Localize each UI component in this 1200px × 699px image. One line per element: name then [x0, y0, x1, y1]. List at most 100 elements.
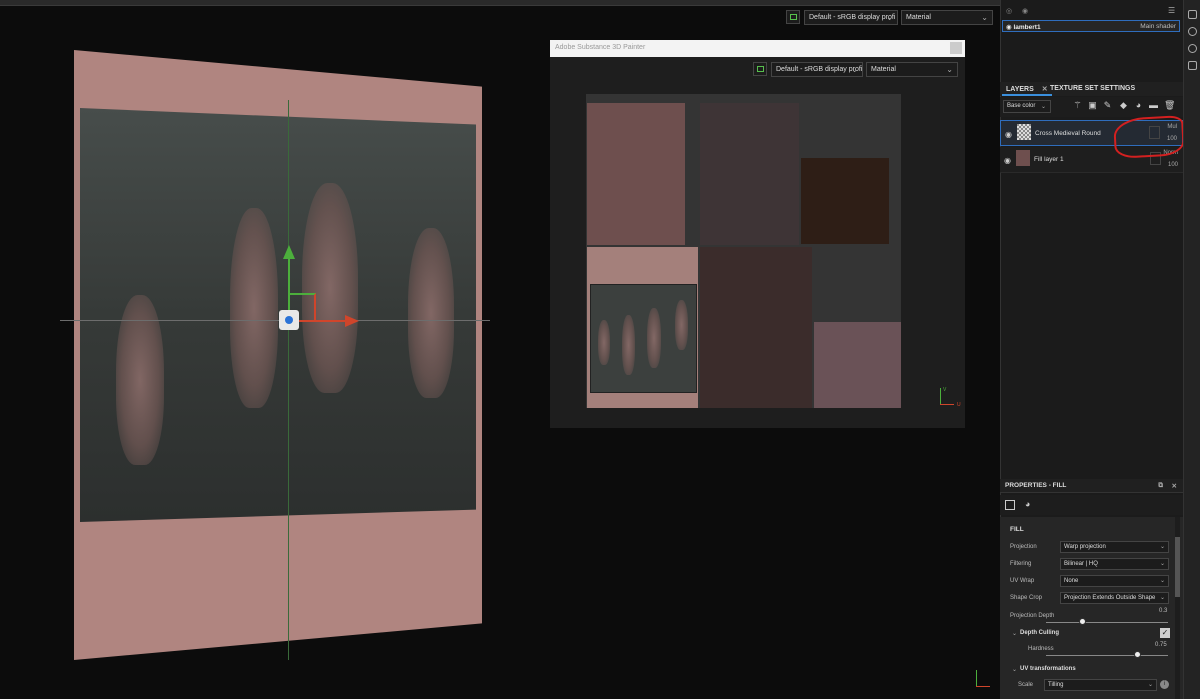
uv-color-profile-dropdown[interactable]: Default - sRGB display profi ⌄ [771, 62, 863, 77]
shape-crop-label: Shape Crop [1010, 595, 1043, 601]
viewport-y-axis [976, 670, 977, 686]
panel-menu-icon[interactable]: ☰ [1168, 6, 1175, 15]
shader-name: lambert1 [1013, 24, 1041, 31]
y-axis-guide [288, 100, 289, 660]
add-paint-layer-icon[interactable]: ✎ [1103, 101, 1112, 110]
add-mask-icon[interactable]: ▣ [1088, 101, 1097, 110]
viewport-x-axis [976, 686, 990, 687]
scale-value: Tilling [1048, 682, 1064, 688]
chevron-down-icon: ⌄ [946, 65, 953, 74]
color-profile-dropdown[interactable]: Default - sRGB display profi ⌄ [804, 10, 898, 25]
projection-depth-slider[interactable] [1046, 622, 1168, 623]
brush-stroke [647, 308, 661, 368]
tab-layers-label: LAYERS [1006, 86, 1034, 93]
filtering-value: Bilinear | HQ [1064, 561, 1098, 567]
chevron-down-icon[interactable]: ⌄ [1012, 630, 1017, 637]
depth-culling-checkbox[interactable]: ✓ [1160, 628, 1170, 638]
add-smart-material-icon[interactable]: ◕ [1134, 101, 1143, 110]
shader-eye-icon[interactable]: ◉ [1022, 7, 1028, 15]
projection-value: Warp projection [1064, 544, 1106, 550]
uv-wrap-value: None [1064, 578, 1079, 584]
chevron-down-icon: ⌄ [1159, 578, 1165, 584]
fill-section-title: FILL [1010, 526, 1024, 533]
uv-u-label: U [957, 402, 961, 408]
uv-channel-dropdown[interactable]: Material ⌄ [866, 62, 958, 77]
projection-dropdown[interactable]: Warp projection ⌄ [1060, 541, 1169, 553]
uv-wrap-dropdown[interactable]: None ⌄ [1060, 575, 1169, 587]
uv-window-titlebar[interactable]: Adobe Substance 3D Painter [550, 40, 965, 57]
shader-row[interactable]: ◉ lambert1 Main shader [1002, 20, 1180, 32]
tab-layers[interactable]: LAYERS ✕ [1002, 82, 1052, 96]
properties-header: PROPERTIES - FILL ⧉ ✕ [1000, 479, 1183, 493]
info-icon[interactable]: i [1160, 680, 1169, 689]
shape-crop-value: Projection Extends Outside Shape [1064, 595, 1156, 601]
eye-icon[interactable]: ◉ [1006, 24, 1012, 31]
brush-stroke [302, 183, 358, 393]
uv-island [700, 103, 799, 245]
add-fill-layer-icon[interactable]: ◆ [1119, 101, 1128, 110]
close-icon[interactable]: ✕ [1172, 482, 1177, 490]
material-icon[interactable]: ◕ [1025, 499, 1030, 509]
brush-stroke [408, 228, 454, 398]
properties-subtabs: ◕ [1000, 495, 1183, 515]
gizmo-y-arrow-icon[interactable] [283, 245, 295, 259]
projection-depth-value[interactable]: 0.3 [1159, 608, 1167, 614]
channel-label: Material [871, 66, 896, 73]
hardness-slider[interactable] [1046, 655, 1168, 656]
shape-crop-dropdown[interactable]: Projection Extends Outside Shape ⌄ [1060, 592, 1169, 604]
hardness-value[interactable]: 0.75 [1155, 642, 1167, 648]
color-profile-label: Default - sRGB display profi [809, 14, 896, 21]
shader-type: Main shader [1140, 23, 1176, 30]
properties-title: PROPERTIES - FILL [1005, 482, 1067, 489]
chevron-down-icon: ⌄ [1159, 595, 1165, 601]
filtering-dropdown[interactable]: Bilinear | HQ ⌄ [1060, 558, 1169, 570]
chevron-down-icon: ⌄ [886, 13, 893, 22]
undock-icon[interactable]: ⧉ [1158, 482, 1163, 490]
channel-dropdown[interactable]: Material ⌄ [901, 10, 993, 25]
environment-icon[interactable] [1188, 27, 1197, 36]
gizmo-x-arrow-icon[interactable] [345, 315, 359, 327]
document-icon[interactable] [1188, 61, 1197, 70]
scale-dropdown[interactable]: Tilling ⌄ [1044, 679, 1157, 691]
brush-stroke [675, 300, 688, 350]
uv-island [801, 158, 889, 244]
tab-texture-set-settings[interactable]: TEXTURE SET SETTINGS [1046, 82, 1139, 96]
hardness-handle[interactable] [1134, 651, 1141, 658]
brush-stroke [230, 208, 278, 408]
layer-thumbnail [1016, 150, 1030, 166]
chevron-down-icon: ⌄ [1040, 104, 1046, 110]
scale-label: Scale [1018, 682, 1034, 688]
eye-icon[interactable]: ◉ [1004, 156, 1011, 165]
display-settings-icon[interactable] [786, 10, 800, 24]
delete-layer-icon[interactable]: 🗑 [1164, 101, 1175, 110]
uv-island [814, 322, 901, 408]
chevron-down-icon[interactable]: ⌄ [1012, 666, 1017, 673]
filtering-label: Filtering [1010, 561, 1032, 567]
red-annotation-circle [1113, 115, 1185, 159]
eye-icon[interactable]: ◉ [1005, 130, 1012, 139]
layer-thumbnail [1017, 124, 1031, 140]
tab-texture-set-label: TEXTURE SET SETTINGS [1050, 85, 1136, 92]
layer-channel-dropdown[interactable]: Base color ⌄ [1003, 100, 1051, 113]
uv-v-label: V [943, 387, 947, 393]
fill-settings-icon[interactable] [1005, 500, 1015, 510]
chevron-down-icon: ⌄ [851, 65, 858, 74]
history-icon[interactable] [1188, 44, 1197, 53]
hardness-label: Hardness [1028, 646, 1054, 652]
shader-view-icon[interactable]: ◎ [1006, 7, 1012, 15]
layers-panel-icon[interactable] [1188, 10, 1197, 19]
layers-toolbar: Base color ⌄ ⚚ ▣ ✎ ◆ ◕ ▬ 🗑 [1000, 97, 1183, 117]
add-folder-icon[interactable]: ▬ [1149, 101, 1158, 110]
add-effect-icon[interactable]: ⚚ [1073, 101, 1082, 110]
x-axis-guide [60, 320, 490, 321]
maximize-icon[interactable] [950, 42, 962, 54]
channel-label: Material [906, 14, 931, 21]
chevron-down-icon: ⌄ [981, 13, 988, 22]
gizmo-center-handle[interactable] [279, 310, 299, 330]
display-settings-icon[interactable] [753, 62, 767, 76]
projection-depth-label: Projection Depth [1010, 613, 1055, 619]
brush-stroke [598, 320, 610, 365]
layer-opacity[interactable]: 100 [1168, 162, 1178, 168]
layers-tabbar: LAYERS ✕ TEXTURE SET SETTINGS [1000, 82, 1183, 96]
properties-scrollbar[interactable] [1175, 517, 1180, 699]
